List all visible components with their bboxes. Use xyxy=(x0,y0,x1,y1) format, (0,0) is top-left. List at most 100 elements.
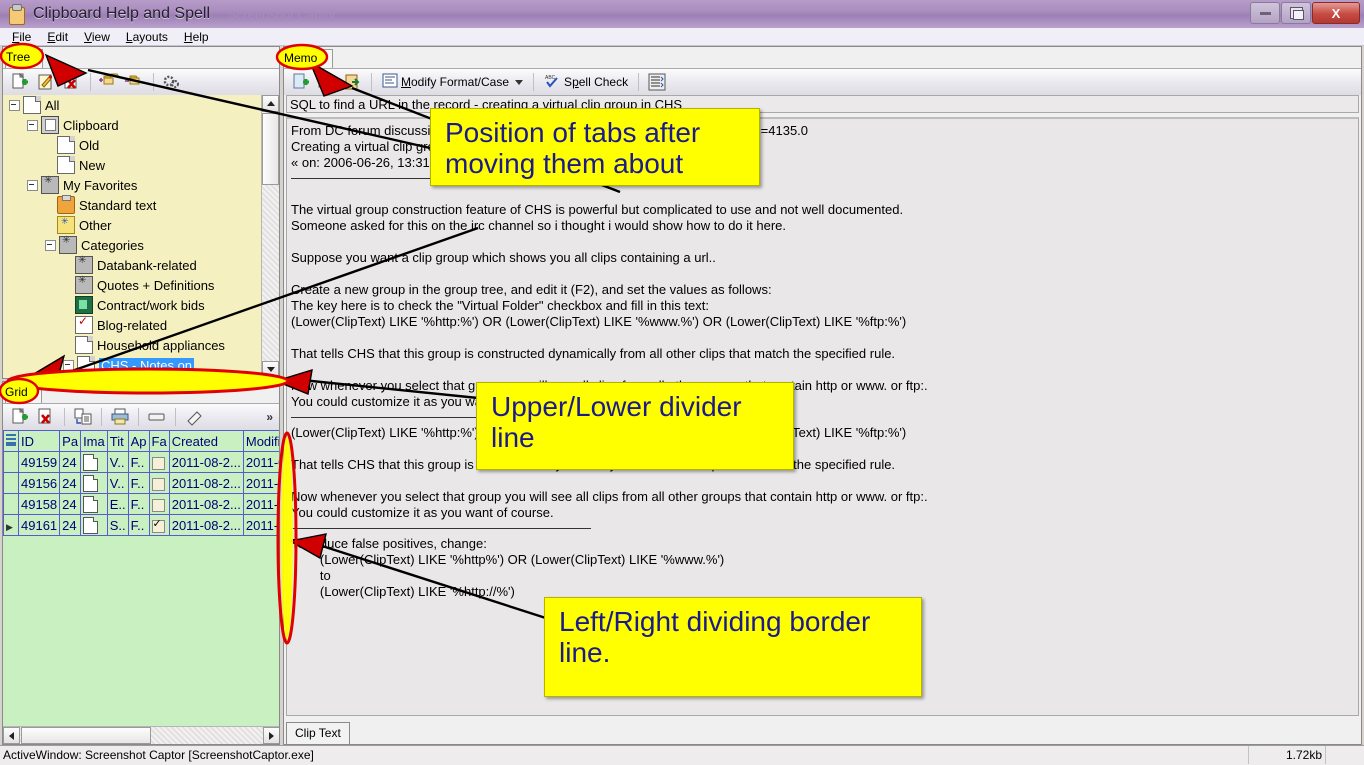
grid-horizontal-scrollbar[interactable] xyxy=(3,726,279,744)
tree-node[interactable]: Categories xyxy=(3,235,262,255)
column-header[interactable]: Ap xyxy=(127,430,150,452)
scroll-left-button[interactable] xyxy=(3,727,20,744)
eraser-icon[interactable] xyxy=(182,406,206,428)
cell-app[interactable]: F.. xyxy=(127,493,150,515)
tree-expander-icon[interactable] xyxy=(45,239,56,251)
table-row[interactable]: 4915624 V..F.. 2011-08-2...2011-08- xyxy=(3,472,279,494)
minimize-button[interactable] xyxy=(1250,2,1280,24)
print-icon[interactable] xyxy=(108,406,132,428)
cell-app[interactable]: F.. xyxy=(127,514,150,536)
tree-node[interactable]: Blog-related xyxy=(3,314,262,335)
cell-created[interactable]: 2011-08-2... xyxy=(168,451,244,473)
menu-item-edit[interactable]: Edit xyxy=(39,29,76,45)
menu-item-help[interactable]: Help xyxy=(176,29,217,45)
data-grid[interactable]: IDPaImaTitApFaCreatedModified4915924V..F… xyxy=(3,430,279,536)
tree-expander-icon[interactable] xyxy=(27,179,38,191)
cell-id[interactable]: 49159 xyxy=(17,451,61,473)
remove-group-icon[interactable] xyxy=(123,71,147,93)
tree-expander-icon[interactable] xyxy=(63,359,74,371)
column-header[interactable]: Fa xyxy=(148,430,170,452)
favorite-checkbox[interactable] xyxy=(151,456,165,470)
menu-item-layouts[interactable]: Layouts xyxy=(118,29,176,45)
wrap-lines-icon[interactable] xyxy=(645,71,669,93)
menu-item-file[interactable]: File xyxy=(4,29,39,45)
table-row[interactable]: 4915824 E..F.. 2011-08-2...2011-08- xyxy=(3,493,279,515)
row-handle[interactable] xyxy=(3,472,19,494)
tab-clip-text[interactable]: Clip Text xyxy=(286,722,350,744)
new-clip-icon[interactable] xyxy=(8,71,32,93)
tab-tree[interactable]: Tree xyxy=(5,49,44,68)
cell-favorite[interactable] xyxy=(148,514,170,536)
tree-node[interactable]: Contract/work bids xyxy=(3,295,262,315)
cell-favorite[interactable] xyxy=(148,451,170,473)
grid-body[interactable]: IDPaImaTitApFaCreatedModified4915924V..F… xyxy=(3,430,279,744)
cell-app[interactable]: F.. xyxy=(127,472,150,494)
cell-modified[interactable]: 2011-11- xyxy=(242,514,279,536)
cell-image[interactable] xyxy=(80,451,108,473)
memo-title-input[interactable]: SQL to find a URL in the record - creati… xyxy=(286,95,1359,113)
row-handle[interactable] xyxy=(3,451,19,473)
tree-node[interactable]: CHS - Notes on xyxy=(3,355,262,375)
add-group-icon[interactable] xyxy=(97,71,121,93)
favorite-checkbox[interactable] xyxy=(151,517,165,533)
cell-title[interactable]: V.. xyxy=(106,451,129,473)
grid-select-all-icon[interactable] xyxy=(3,430,19,452)
delete-clip-icon[interactable] xyxy=(60,71,84,93)
delete-row-icon[interactable] xyxy=(34,406,58,428)
tab-memo[interactable]: Memo xyxy=(286,49,334,68)
tree-node[interactable]: Databank-related xyxy=(3,255,262,275)
modify-format-case-button[interactable]: Modify Format/Case xyxy=(378,71,527,93)
column-header[interactable]: Modified xyxy=(242,430,279,452)
cell-created[interactable]: 2011-08-2... xyxy=(168,514,244,536)
cell-image[interactable] xyxy=(80,472,108,494)
cell-created[interactable]: 2011-08-2... xyxy=(168,493,244,515)
memo-text-area[interactable]: From DC forum discussion: http://www.don… xyxy=(286,117,1359,716)
cell-created[interactable]: 2011-08-2... xyxy=(168,472,244,494)
cell-image[interactable] xyxy=(80,493,108,515)
edit-clip-icon[interactable] xyxy=(34,71,58,93)
cell-modified[interactable]: 2011-08- xyxy=(242,472,279,494)
cell-favorite[interactable] xyxy=(148,493,170,515)
tree-node[interactable]: Other xyxy=(3,215,262,235)
field-chooser-icon[interactable] xyxy=(145,406,169,428)
cell-pa[interactable]: 24 xyxy=(59,514,82,536)
close-button[interactable]: X xyxy=(1312,2,1360,24)
scroll-right-button[interactable] xyxy=(263,727,279,744)
hscroll-thumb[interactable] xyxy=(21,727,151,744)
tree-expander-icon[interactable] xyxy=(9,99,20,111)
restore-button[interactable] xyxy=(1281,2,1311,24)
tree-node[interactable]: All xyxy=(3,95,262,115)
cell-id[interactable]: 49158 xyxy=(17,493,61,515)
column-header[interactable]: Ima xyxy=(80,430,108,452)
paste-arrow-icon[interactable] xyxy=(341,71,365,93)
column-header[interactable]: Created xyxy=(168,430,244,452)
cell-pa[interactable]: 24 xyxy=(59,472,82,494)
tab-grid[interactable]: Grid xyxy=(5,384,42,403)
cell-image[interactable] xyxy=(80,514,108,536)
folder-export-icon[interactable] xyxy=(315,71,339,93)
chevron-down-icon[interactable] xyxy=(515,79,524,85)
tree-node[interactable]: Old xyxy=(3,135,262,155)
spell-check-button[interactable]: ABC Spell Check xyxy=(540,71,632,93)
menu-item-view[interactable]: View xyxy=(76,29,118,45)
new-row-icon[interactable] xyxy=(8,406,32,428)
cell-pa[interactable]: 24 xyxy=(59,493,82,515)
scroll-down-button[interactable] xyxy=(262,361,279,378)
cell-pa[interactable]: 24 xyxy=(59,451,82,473)
cell-title[interactable]: V.. xyxy=(106,472,129,494)
tree-expander-icon[interactable] xyxy=(27,119,38,131)
cell-id[interactable]: 49156 xyxy=(17,472,61,494)
scroll-thumb[interactable] xyxy=(262,113,279,185)
tree-node[interactable]: New xyxy=(3,155,262,175)
tree-node[interactable]: Standard text xyxy=(3,195,262,215)
table-row[interactable]: 4915924 V..F.. 2011-08-2...2011-08- xyxy=(3,451,279,473)
tree-node[interactable]: My Favorites xyxy=(3,175,262,195)
column-header[interactable]: Pa xyxy=(59,430,82,452)
favorite-checkbox[interactable] xyxy=(151,477,165,491)
tree-node-list[interactable]: AllClipboard Old New My Favorites Standard t… xyxy=(3,95,262,378)
tree-vertical-scrollbar[interactable] xyxy=(261,95,279,378)
column-header[interactable]: ID xyxy=(17,430,61,452)
cell-modified[interactable]: 2011-08- xyxy=(242,451,279,473)
table-row[interactable]: ▶4916124 S..F.. 2011-08-2...2011-11- xyxy=(3,514,279,536)
new-memo-icon[interactable] xyxy=(289,71,313,93)
